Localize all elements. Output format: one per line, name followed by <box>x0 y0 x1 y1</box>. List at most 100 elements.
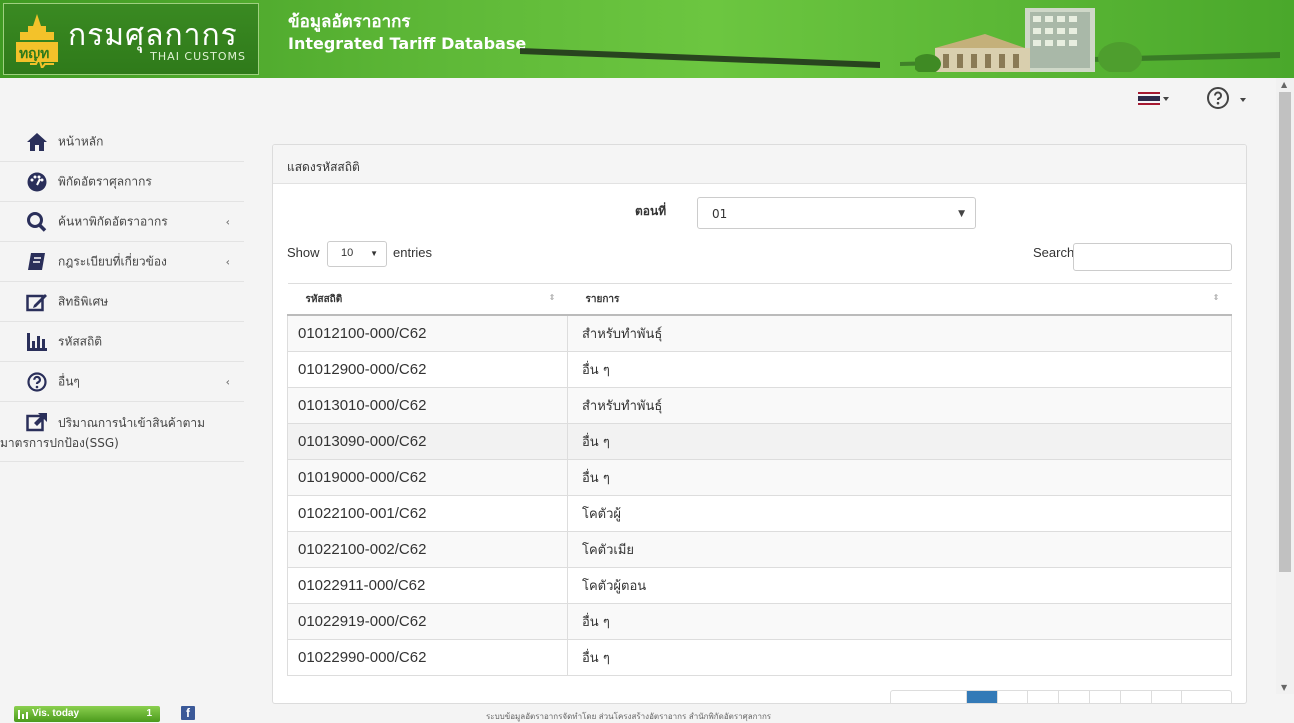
table-row[interactable]: 01012900-000/C62 อื่น ๆ <box>287 350 1232 388</box>
sidebar-item-ssg-import[interactable]: ปริมาณการนำเข้าสินค้าตาม มาตรการปกป้อง(S… <box>0 402 244 462</box>
sidebar-nav: หน้าหลัก พิกัดอัตราศุลกากร ค้นหาพิกัดอัต… <box>0 122 244 462</box>
help-menu-button[interactable] <box>1206 86 1246 112</box>
sidebar-item-regulations[interactable]: กฎระเบียบที่เกี่ยวข้อง ‹ <box>0 242 244 282</box>
table-row[interactable]: 01022100-002/C62 โคตัวเมีย <box>287 530 1232 568</box>
sidebar-item-label: กฎระเบียบที่เกี่ยวข้อง <box>58 254 167 268</box>
sidebar-item-tariff[interactable]: พิกัดอัตราศุลกากร <box>0 162 244 202</box>
sidebar-item-label: รหัสสถิติ <box>58 334 103 348</box>
scrollbar-thumb[interactable] <box>1279 92 1291 572</box>
scroll-down-icon[interactable]: ▼ <box>1281 683 1287 692</box>
statistics-code-cell: 01013090-000/C62 <box>287 422 568 460</box>
sidebar-item-label: ค้นหาพิกัดอัตราอากร <box>58 214 168 228</box>
customs-emblem-icon: ทญท <box>16 14 58 68</box>
sidebar-item-label: หน้าหลัก <box>58 134 104 148</box>
description-cell: โคตัวผู้ตอน <box>567 566 1232 604</box>
statistics-code-cell: 01013010-000/C62 <box>287 386 568 424</box>
table-row[interactable]: 01013010-000/C62 สำหรับทำพันธุ์ <box>287 386 1232 424</box>
chevron-down-icon: ▼ <box>370 249 378 258</box>
chapter-select-value: 01 <box>712 207 728 221</box>
home-icon <box>27 132 47 151</box>
description-cell: อื่น ๆ <box>567 602 1232 640</box>
statistics-code-cell: 01012900-000/C62 <box>287 350 568 388</box>
chevron-down-icon <box>1163 97 1169 101</box>
sidebar-item-label-line2: มาตรการปกป้อง(SSG) <box>0 436 119 450</box>
column-header-label: รายการ <box>585 293 620 305</box>
thai-flag-icon <box>1138 92 1160 105</box>
statistics-code-cell: 01012100-000/C62 <box>287 314 568 352</box>
table-row[interactable]: 01022990-000/C62 อื่น ๆ <box>287 638 1232 676</box>
entries-label: entries <box>393 245 433 260</box>
external-link-icon <box>26 413 47 432</box>
description-cell: อื่น ๆ <box>567 350 1232 388</box>
page-button[interactable] <box>1027 691 1059 703</box>
statistics-code-cell: 01022100-001/C62 <box>287 494 568 532</box>
column-header-code[interactable]: รหัสสถิติ ⇕ <box>287 283 568 316</box>
entries-per-page-value: 10 <box>341 247 354 259</box>
entries-per-page-select[interactable]: 10 ▼ <box>327 241 387 267</box>
site-title-thai: ข้อมูลอัตราอากร <box>288 12 411 32</box>
logo-subtitle: THAI CUSTOMS <box>150 50 246 63</box>
language-selector[interactable] <box>1138 90 1174 106</box>
statistics-code-cell: 01019000-000/C62 <box>287 458 568 496</box>
page-button[interactable] <box>1120 691 1152 703</box>
chapter-label: ตอนที่ <box>635 204 667 218</box>
statistics-code-cell: 01022919-000/C62 <box>287 602 568 640</box>
customs-building-image <box>915 8 1142 72</box>
description-cell: อื่น ๆ <box>567 638 1232 676</box>
statistics-code-cell: 01022100-002/C62 <box>287 530 568 568</box>
page-button[interactable] <box>1058 691 1090 703</box>
column-header-label: รหัสสถิติ <box>305 293 343 305</box>
visits-count: 1 <box>146 708 152 719</box>
book-icon <box>28 252 45 270</box>
chevron-down-icon: ▼ <box>958 209 965 219</box>
dashboard-icon <box>27 172 47 191</box>
chapter-select[interactable]: 01 ▼ <box>697 197 976 229</box>
column-header-description[interactable]: รายการ ⇕ <box>567 283 1232 316</box>
search-input[interactable] <box>1073 243 1232 271</box>
table-row[interactable]: 01013090-000/C62 อื่น ๆ <box>287 422 1232 460</box>
scroll-up-icon[interactable]: ▲ <box>1281 80 1287 89</box>
chevron-left-icon: ‹ <box>225 375 230 388</box>
sidebar-item-label: สิทธิพิเศษ <box>58 294 109 308</box>
search-icon <box>27 211 47 232</box>
table-row[interactable]: 01022100-001/C62 โคตัวผู้ <box>287 494 1232 532</box>
page-button[interactable] <box>997 691 1028 703</box>
visit-counter-badge[interactable]: Vis. today 1 <box>14 706 160 722</box>
table-row[interactable]: 01022911-000/C62 โคตัวผู้ตอน <box>287 566 1232 604</box>
sidebar-item-others[interactable]: อื่นๆ ‹ <box>0 362 244 402</box>
page-button-active[interactable] <box>966 691 997 703</box>
sidebar-item-label: ปริมาณการนำเข้าสินค้าตาม <box>58 416 206 430</box>
description-cell: สำหรับทำพันธุ์ <box>567 386 1232 424</box>
page-scrollbar[interactable]: ▲ ▼ <box>1276 78 1294 694</box>
statistics-code-cell: 01022990-000/C62 <box>287 638 568 676</box>
customs-logo[interactable]: ทญท กรมศุลกากร THAI CUSTOMS <box>3 3 259 75</box>
sidebar-item-label: พิกัดอัตราศุลกากร <box>58 174 152 188</box>
edit-icon <box>26 293 47 311</box>
header-swoosh <box>520 48 1280 68</box>
visits-label: Vis. today <box>32 708 80 719</box>
question-circle-icon <box>27 371 47 392</box>
next-page-button[interactable] <box>1181 691 1232 703</box>
sidebar-item-privileges[interactable]: สิทธิพิเศษ <box>0 282 244 322</box>
description-cell: โคตัวเมีย <box>567 530 1232 568</box>
description-cell: อื่น ๆ <box>567 458 1232 496</box>
bar-chart-icon <box>27 332 47 351</box>
panel-header: แสดงรหัสสถิติ <box>273 145 1246 184</box>
pagination <box>890 690 1232 703</box>
table-row[interactable]: 01012100-000/C62 สำหรับทำพันธุ์ <box>287 314 1232 352</box>
entries-length-control: Show 10 ▼ entries <box>287 241 432 267</box>
show-label: Show <box>287 245 320 260</box>
site-title-english: Integrated Tariff Database <box>288 34 527 53</box>
page-button[interactable] <box>1151 691 1182 703</box>
page-button[interactable] <box>1089 691 1121 703</box>
question-circle-icon <box>1207 87 1229 109</box>
facebook-icon[interactable]: f <box>181 706 195 720</box>
table-row[interactable]: 01022919-000/C62 อื่น ๆ <box>287 602 1232 640</box>
search-label: Search: <box>1033 245 1078 260</box>
sidebar-item-search-tariff[interactable]: ค้นหาพิกัดอัตราอากร ‹ <box>0 202 244 242</box>
table-row[interactable]: 01019000-000/C62 อื่น ๆ <box>287 458 1232 496</box>
sidebar-item-home[interactable]: หน้าหลัก <box>0 122 244 162</box>
statistics-code-table: รหัสสถิติ ⇕ รายการ ⇕ 01012100-000/C62 สำ… <box>287 283 1232 676</box>
sidebar-item-statistics-code[interactable]: รหัสสถิติ <box>0 322 244 362</box>
statistics-code-cell: 01022911-000/C62 <box>287 566 568 604</box>
